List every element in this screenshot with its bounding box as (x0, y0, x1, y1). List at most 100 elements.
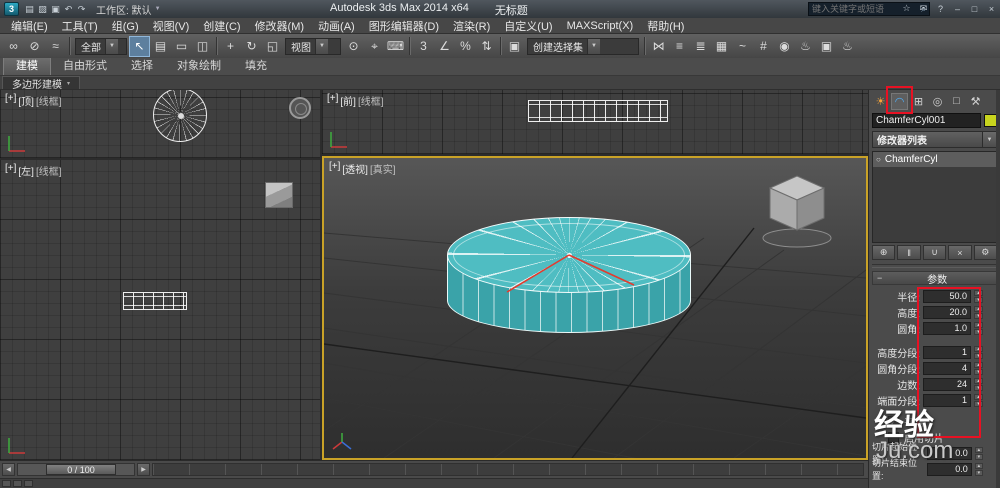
ribbon-tab[interactable]: 对象绘制 (165, 55, 233, 75)
select-and-move-icon[interactable]: + (220, 36, 241, 57)
param-spinner-field[interactable]: 1 (923, 345, 971, 359)
spinner-down-icon[interactable]: ▾ (974, 368, 983, 375)
modify-tab[interactable]: ◠ (891, 92, 908, 110)
pin-stack-icon[interactable]: ⊕ (872, 245, 896, 260)
previous-frame-button[interactable]: ◀ (2, 463, 15, 476)
viewport-menu-shading[interactable]: [真实] (370, 161, 396, 176)
select-and-link-icon[interactable]: ∞ (3, 36, 24, 57)
spinner-arrows[interactable]: ▴ ▾ (974, 345, 983, 359)
status-mini-icon[interactable] (24, 480, 33, 487)
reference-coordinate-dropdown[interactable]: 视图 ▼ (285, 37, 341, 55)
ribbon-tab[interactable]: 填充 (233, 55, 279, 75)
maximize-icon[interactable]: □ (968, 2, 981, 15)
viewport-menu-view[interactable]: [前] (340, 93, 356, 108)
menu-item[interactable]: 编辑(E) (4, 17, 55, 35)
param-spinner-field[interactable]: 1 (923, 393, 971, 407)
utilities-tab[interactable]: ⚒ (967, 93, 984, 110)
angle-snap-icon[interactable]: ∠ (434, 36, 455, 57)
application-menu-button[interactable]: 3 (4, 2, 19, 16)
undo-icon[interactable]: ↶ (62, 3, 75, 16)
spinner-arrows[interactable]: ▴ ▾ (974, 393, 983, 407)
spinner-arrows[interactable]: ▴ ▾ (974, 462, 983, 476)
modifier-stack[interactable]: ○ ChamferCyl (872, 151, 997, 243)
viewcube[interactable] (752, 170, 842, 250)
create-tab[interactable]: ☀ (872, 93, 889, 110)
spinner-arrows[interactable]: ▴ ▾ (974, 377, 983, 391)
viewcube[interactable] (265, 182, 293, 208)
spinner-arrows[interactable]: ▴ ▾ (974, 289, 983, 303)
menu-item[interactable]: 修改器(M) (248, 17, 312, 35)
render-production-icon[interactable]: ♨ (837, 36, 858, 57)
edit-named-sets-icon[interactable]: ▣ (504, 36, 525, 57)
viewport-menu-view[interactable]: [顶] (18, 93, 34, 108)
keyboard-override-icon[interactable]: ⌨ (385, 36, 406, 57)
spinner-up-icon[interactable]: ▴ (974, 305, 983, 312)
minimize-icon[interactable]: – (951, 2, 964, 15)
viewport-left[interactable]: [+] [左] [线框] (0, 160, 320, 460)
chevron-down-icon[interactable]: ▼ (587, 38, 600, 54)
percent-snap-icon[interactable]: % (455, 36, 476, 57)
chamfercyl-top-wireframe[interactable] (153, 90, 207, 142)
spinner-arrows[interactable]: ▴ ▾ (974, 305, 983, 319)
save-file-icon[interactable]: ▣ (49, 3, 62, 16)
layer-manager-icon[interactable]: ≣ (690, 36, 711, 57)
param-spinner-field[interactable]: 50.0 (923, 289, 971, 303)
smooth-checkbox[interactable]: ✓ (888, 415, 899, 427)
spinner-down-icon[interactable]: ▾ (974, 453, 983, 460)
hierarchy-tab[interactable]: ⊞ (910, 93, 927, 110)
viewport-menu-view[interactable]: [透视] (342, 161, 368, 176)
viewport-top[interactable]: [+] [顶] [线框] (0, 90, 320, 158)
ribbon-tab[interactable]: 选择 (119, 55, 165, 75)
menu-item[interactable]: 创建(C) (196, 17, 247, 35)
spinner-down-icon[interactable]: ▾ (974, 352, 983, 359)
spinner-down-icon[interactable]: ▾ (974, 400, 983, 407)
display-tab[interactable]: □ (948, 93, 965, 110)
spinner-up-icon[interactable]: ▴ (974, 446, 983, 453)
chevron-down-icon[interactable]: ▼ (315, 38, 328, 54)
rendered-frame-icon[interactable]: ▣ (816, 36, 837, 57)
spinner-snap-icon[interactable]: ⇅ (476, 36, 497, 57)
align-icon[interactable]: ≡ (669, 36, 690, 57)
ribbon-tab[interactable]: 自由形式 (51, 55, 119, 75)
chamfercyl-front-wireframe[interactable] (528, 100, 668, 122)
viewport-front[interactable]: [+] [前] [线框] (322, 90, 868, 154)
viewcube-ring[interactable] (289, 97, 311, 119)
favorites-icon[interactable]: ☆ (900, 2, 913, 15)
status-mini-icon[interactable] (2, 480, 11, 487)
viewport-menu-view[interactable]: [左] (18, 163, 34, 178)
status-mini-icon[interactable] (13, 480, 22, 487)
select-and-scale-icon[interactable]: ◱ (262, 36, 283, 57)
menu-item[interactable]: 视图(V) (146, 17, 197, 35)
param-spinner-field[interactable]: 24 (923, 377, 971, 391)
window-crossing-icon[interactable]: ◫ (192, 36, 213, 57)
viewport-menu-plus[interactable]: [+] (5, 93, 16, 108)
mirror-icon[interactable]: ⋈ (648, 36, 669, 57)
select-by-name-icon[interactable]: ▤ (150, 36, 171, 57)
panel-scrollbar[interactable] (996, 90, 1000, 488)
chamfercyl-left-wireframe[interactable] (123, 292, 187, 310)
object-name-field[interactable]: ChamferCyl001 (872, 113, 981, 128)
material-editor-icon[interactable]: ◉ (774, 36, 795, 57)
spinner-up-icon[interactable]: ▴ (974, 393, 983, 400)
show-end-result-icon[interactable]: ‖ (897, 245, 921, 260)
viewport-perspective[interactable]: [+] [透视] [真实] (322, 156, 868, 460)
make-unique-icon[interactable]: ∪ (922, 245, 947, 260)
param-spinner-field[interactable]: 20.0 (923, 305, 971, 319)
motion-tab[interactable]: ◎ (929, 93, 946, 110)
select-and-manipulate-icon[interactable]: ⌖ (364, 36, 385, 57)
close-icon[interactable]: × (985, 2, 998, 15)
spinner-up-icon[interactable]: ▴ (974, 462, 983, 469)
viewport-menu-shading[interactable]: [线框] (36, 163, 62, 178)
menu-item[interactable]: 帮助(H) (640, 17, 691, 35)
menu-item[interactable]: 图形编辑器(D) (362, 17, 446, 35)
spinner-down-icon[interactable]: ▾ (974, 384, 983, 391)
rectangular-selection-region-icon[interactable]: ▭ (171, 36, 192, 57)
spinner-up-icon[interactable]: ▴ (974, 321, 983, 328)
time-slider-handle[interactable]: 0 / 100 (46, 464, 116, 475)
graphite-ribbon-icon[interactable]: ▦ (711, 36, 732, 57)
spinner-down-icon[interactable]: ▾ (974, 328, 983, 335)
redo-icon[interactable]: ↷ (75, 3, 88, 16)
menu-item[interactable]: 渲染(R) (446, 17, 497, 35)
viewport-menu-plus[interactable]: [+] (327, 93, 338, 108)
selection-filter-dropdown[interactable]: 全部 ▼ (75, 37, 127, 55)
